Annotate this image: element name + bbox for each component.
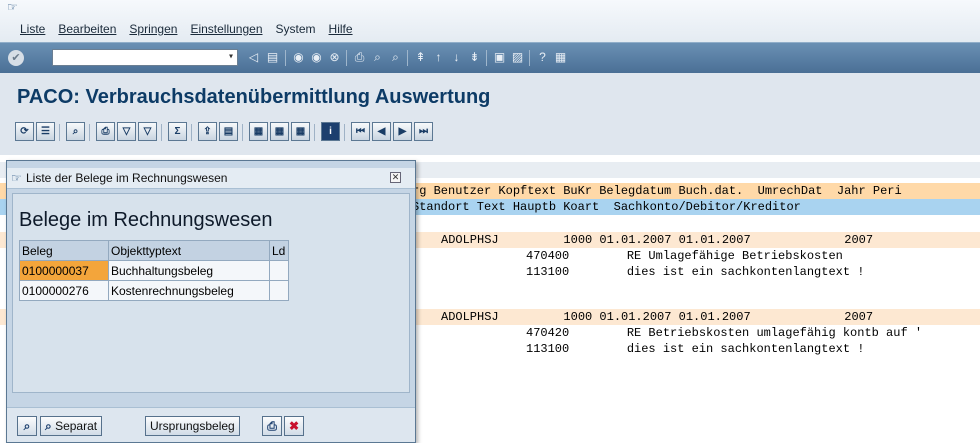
dialog-footer: ⌕ ⌕ Separat Ursprungsbeleg ⎙ ✖ <box>7 407 415 442</box>
layout-save-icon[interactable]: ▦ <box>291 122 310 141</box>
refresh-icon[interactable]: ⟳ <box>15 122 34 141</box>
detail-button[interactable]: ⌕ <box>17 416 37 436</box>
ursprungsbeleg-button[interactable]: Ursprungsbeleg <box>145 416 240 436</box>
filter-icon[interactable]: ▽ <box>117 122 136 141</box>
shortcut-icon[interactable]: ▨ <box>511 51 524 64</box>
separat-button[interactable]: ⌕ Separat <box>40 416 103 436</box>
enter-icon[interactable]: ✔ <box>8 50 24 66</box>
back-nav-icon[interactable]: ◉ <box>292 51 305 64</box>
dialog-content: Belege im Rechnungswesen Beleg Objekttyp… <box>12 193 410 393</box>
view-icon[interactable]: ▤ <box>219 122 238 141</box>
new-session-icon[interactable]: ▣ <box>493 51 506 64</box>
detail-icon[interactable]: ⌕ <box>66 122 85 141</box>
page-title: PACO: Verbrauchsdatenübermittlung Auswer… <box>17 86 491 108</box>
cell-objekttyp[interactable]: Kostenrechnungsbeleg <box>108 280 270 301</box>
ursprungsbeleg-label: Ursprungsbeleg <box>150 419 235 433</box>
belege-dialog: ☞ Liste der Belege im Rechnungswesen ✕ B… <box>6 160 416 443</box>
info-icon[interactable]: i <box>321 122 340 141</box>
last-icon[interactable]: ⏭ <box>414 122 433 141</box>
last-page-icon[interactable]: ⇟ <box>468 51 481 64</box>
menu-bearbeiten[interactable]: Bearbeiten <box>58 22 116 36</box>
print-list-icon[interactable]: ⎙ <box>96 122 115 141</box>
cell-ld[interactable] <box>269 280 289 301</box>
save-icon[interactable]: ▤ <box>266 51 279 64</box>
grid-icon[interactable]: ▦ <box>249 122 268 141</box>
next-page-icon[interactable]: ↓ <box>450 51 463 64</box>
cancel-icon: ✖ <box>288 419 300 433</box>
command-dropdown-icon[interactable]: ▾ <box>228 51 234 63</box>
cell-beleg[interactable]: 0100000037 <box>19 260 109 281</box>
close-icon[interactable]: ✕ <box>390 172 401 183</box>
menu-bar: ☞ Liste Bearbeiten Springen Einstellunge… <box>0 0 980 42</box>
menu-system[interactable]: System <box>276 22 316 36</box>
dialog-menu-icon: ☞ <box>11 171 22 185</box>
cell-ld[interactable] <box>269 260 289 281</box>
dialog-titlebar[interactable]: ☞ Liste der Belege im Rechnungswesen ✕ <box>7 168 415 189</box>
prev-icon[interactable]: ◀ <box>372 122 391 141</box>
menu-liste[interactable]: Liste <box>20 22 45 36</box>
menu-springen[interactable]: Springen <box>129 22 177 36</box>
separat-label: Separat <box>55 419 98 433</box>
sum-icon[interactable]: Σ <box>168 122 187 141</box>
back-icon[interactable]: ◁ <box>247 51 260 64</box>
magnifier-icon: ⌕ <box>23 419 31 433</box>
dialog-title: Liste der Belege im Rechnungswesen <box>26 171 228 185</box>
cell-objekttyp[interactable]: Buchhaltungsbeleg <box>108 260 270 281</box>
export-icon[interactable]: ⇪ <box>198 122 217 141</box>
menu-einstellungen[interactable]: Einstellungen <box>190 22 262 36</box>
prev-page-icon[interactable]: ↑ <box>432 51 445 64</box>
dialog-heading: Belege im Rechnungswesen <box>19 209 273 231</box>
first-icon[interactable]: ⏮ <box>351 122 370 141</box>
column-header-beleg[interactable]: Beleg <box>19 240 109 261</box>
belege-table: Beleg Objekttyptext Ld 0100000037 Buchha… <box>19 240 289 301</box>
exit-icon[interactable]: ◉ <box>310 51 323 64</box>
next-icon[interactable]: ▶ <box>393 122 412 141</box>
command-field[interactable]: ▾ <box>52 49 238 66</box>
application-toolbar: ⟳ ☰ ⌕ ⎙ ▽ ▽ Σ ⇪ ▤ ▦ ▦ ▦ i ⏮ ◀ ▶ ⏭ <box>0 120 980 150</box>
magnifier-icon: ⌕ <box>45 419 52 433</box>
print-icon: ⎙ <box>267 419 277 433</box>
help-icon[interactable]: ? <box>536 51 549 64</box>
sap-menu-icon[interactable]: ☞ <box>7 1 20 13</box>
table-row[interactable]: 0100000037 Buchhaltungsbeleg <box>19 260 289 281</box>
cancel-button[interactable]: ✖ <box>284 416 304 436</box>
column-header-ld[interactable]: Ld <box>269 240 289 261</box>
cell-beleg[interactable]: 0100000276 <box>19 280 109 301</box>
first-page-icon[interactable]: ⇞ <box>414 51 427 64</box>
print-icon[interactable]: ⎙ <box>353 51 366 64</box>
find-next-icon[interactable]: ⌕ <box>389 51 402 64</box>
print-button[interactable]: ⎙ <box>262 416 282 436</box>
layout-icon[interactable]: ▦ <box>554 51 567 64</box>
choose-icon[interactable]: ☰ <box>36 122 55 141</box>
cancel-icon[interactable]: ⊗ <box>328 51 341 64</box>
table-row[interactable]: 0100000276 Kostenrechnungsbeleg <box>19 280 289 301</box>
column-header-objekttyptext[interactable]: Objekttyptext <box>108 240 270 261</box>
menu-hilfe[interactable]: Hilfe <box>329 22 353 36</box>
standard-toolbar: ✔ ▾ ◁ ▤ ◉ ◉ ⊗ ⎙ ⌕ ⌕ ⇞ ↑ ↓ ⇟ ▣ ▨ ? ▦ <box>0 42 980 73</box>
layout-select-icon[interactable]: ▦ <box>270 122 289 141</box>
find-icon[interactable]: ⌕ <box>371 51 384 64</box>
filter-remove-icon[interactable]: ▽ <box>138 122 157 141</box>
